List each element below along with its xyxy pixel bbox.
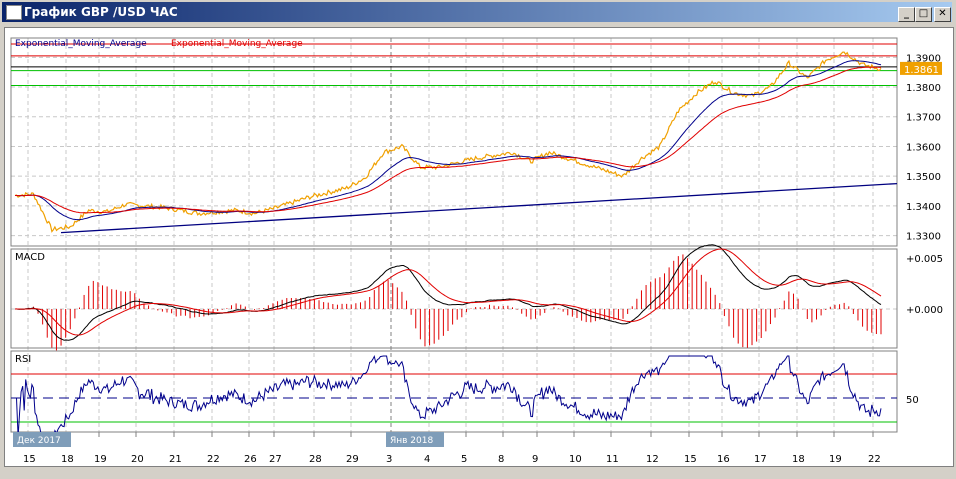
time-axis-label: 8 (498, 454, 504, 465)
legend-ema-fast: Exponential_Moving_Average (15, 39, 147, 49)
time-axis-label: 12 (646, 454, 659, 465)
price-series (14, 51, 882, 233)
trend-line (60, 182, 898, 234)
time-axis-label: 21 (169, 454, 182, 465)
time-axis-label: 20 (131, 454, 144, 465)
rsi-label-50: 50 (906, 395, 919, 406)
chart-window: График GBP /USD ЧАС _ □ ✕ Exponential_Mo… (0, 0, 956, 479)
time-axis-label: 4 (424, 454, 430, 465)
time-axis-label: 27 (269, 454, 282, 465)
macd-title: MACD (15, 252, 45, 263)
time-axis-label: 28 (309, 454, 322, 465)
rsi-panel (10, 350, 898, 433)
current-price-label: 1.3861 (904, 65, 939, 76)
macd-label-zero: +0.000 (906, 305, 943, 316)
ema-slow-line (15, 66, 882, 214)
time-axis-label: 11 (606, 454, 619, 465)
close-button[interactable]: ✕ (934, 7, 951, 22)
ema-fast-line (15, 60, 882, 221)
rsi-title: RSI (15, 354, 31, 365)
time-axis-label: 17 (754, 454, 767, 465)
price-axis-label: 1.3700 (906, 113, 941, 124)
chart-area[interactable]: Exponential_Moving_Average Exponential_M… (4, 27, 954, 467)
time-axis-label: 22 (868, 454, 881, 465)
price-axis-label: 1.3600 (906, 142, 941, 153)
window-title: График GBP /USD ЧАС (24, 5, 178, 19)
time-axis-label: 15 (23, 454, 36, 465)
time-axis-label: 9 (532, 454, 538, 465)
price-axis-label: 1.3300 (906, 232, 941, 243)
time-axis-label: 15 (684, 454, 697, 465)
time-axis-label: 29 (346, 454, 359, 465)
month-label: Янв 2018 (390, 436, 433, 446)
time-axis-label: 19 (829, 454, 842, 465)
price-axis-label: 1.3500 (906, 172, 941, 183)
time-axis-label: 18 (61, 454, 74, 465)
time-axis-label: 5 (461, 454, 467, 465)
time-axis-label: 16 (717, 454, 730, 465)
chart-svg[interactable]: Exponential_Moving_Average Exponential_M… (5, 28, 953, 466)
time-axis-label: 18 (792, 454, 805, 465)
price-axis-label: 1.3400 (906, 202, 941, 213)
legend-ema-slow: Exponential_Moving_Average (171, 39, 303, 49)
maximize-button[interactable]: □ (915, 7, 932, 22)
time-axis-label: 19 (94, 454, 107, 465)
time-axis-label: 26 (244, 454, 257, 465)
time-axis-label: 22 (207, 454, 220, 465)
price-panel (10, 37, 898, 247)
month-label: Дек 2017 (17, 436, 61, 446)
minimize-button[interactable]: _ (898, 7, 915, 22)
macd-panel (10, 248, 898, 349)
title-bar: График GBP /USD ЧАС _ □ ✕ (2, 2, 952, 22)
chart-icon (6, 5, 22, 20)
time-axis-label: 3 (386, 454, 392, 465)
price-axis-label: 1.3800 (906, 83, 941, 94)
macd-label-top: +0.005 (906, 254, 943, 265)
time-axis-label: 10 (569, 454, 582, 465)
